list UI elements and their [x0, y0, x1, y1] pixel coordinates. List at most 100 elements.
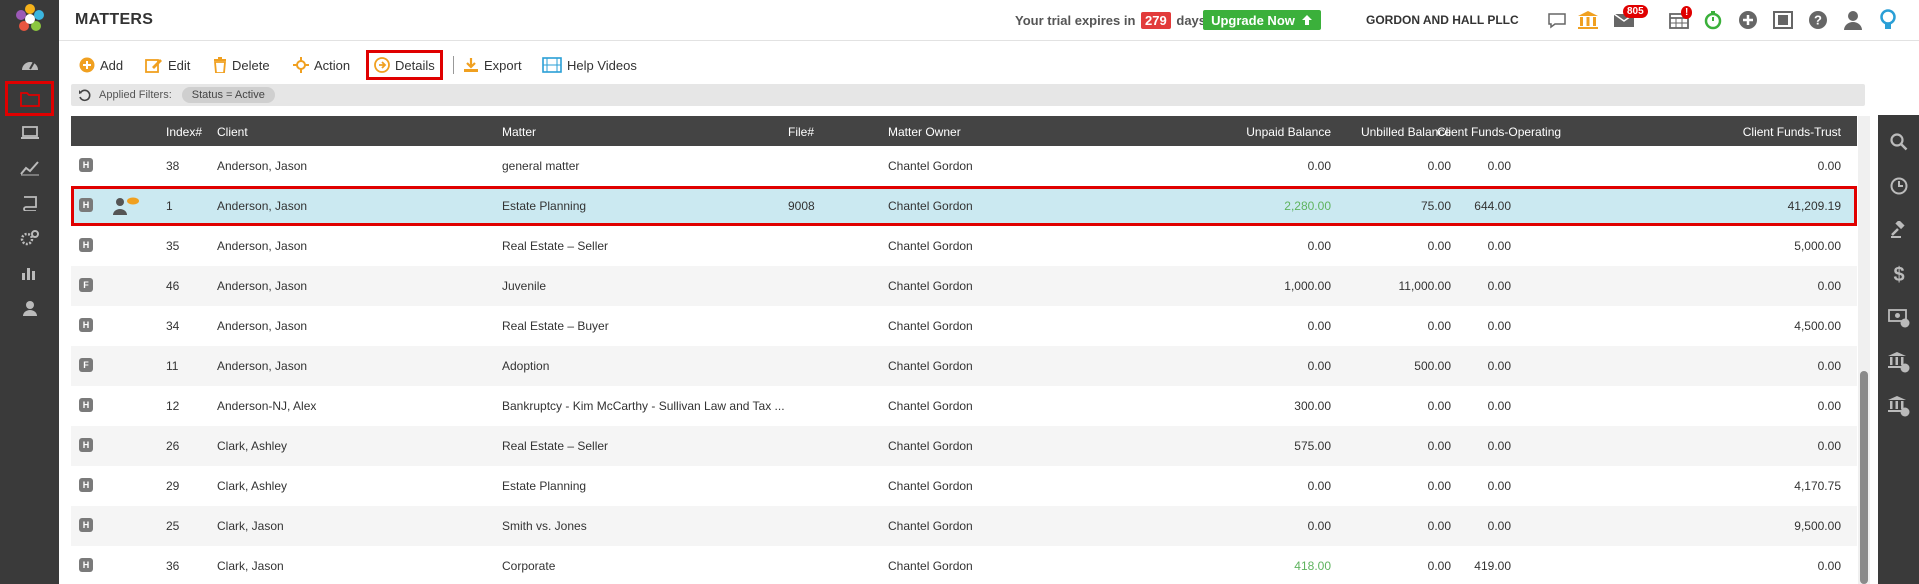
reset-filters-icon[interactable]	[78, 89, 91, 102]
cell-client-funds-operating: 0.00	[1487, 319, 1511, 333]
matter-type-tag: H	[79, 198, 93, 212]
app-logo-icon[interactable]	[14, 3, 46, 35]
videos-button[interactable]	[1770, 8, 1796, 32]
table-row[interactable]: H 29 Clark, Ashley Estate Planning Chantel G…	[71, 466, 1857, 506]
cell-matter: Estate Planning	[502, 479, 587, 493]
matter-type-tag: H	[79, 318, 93, 332]
help-button[interactable]: ?	[1805, 8, 1831, 32]
cell-client-funds-trust: 41,209.19	[1787, 199, 1841, 213]
cell-index: 29	[166, 479, 180, 493]
right-bank-trust[interactable]	[1878, 388, 1919, 424]
delete-button[interactable]: Delete	[213, 50, 270, 80]
cell-index: 26	[166, 439, 180, 453]
bank-clock-icon	[1887, 352, 1909, 373]
chat-button[interactable]	[1544, 8, 1570, 32]
edit-button[interactable]: Edit	[145, 50, 190, 80]
money-clock-icon	[1887, 309, 1909, 328]
applied-filters-bar: Applied Filters: Status = Active	[71, 84, 1865, 106]
plus-circle-icon	[1739, 11, 1757, 29]
table-row[interactable]: H 34 Anderson, Jason Real Estate – Buyer Cha…	[71, 306, 1857, 346]
cell-index: 36	[166, 559, 180, 573]
cell-matter: Real Estate – Seller	[502, 439, 609, 453]
cell-matter-owner: Chantel Gordon	[888, 199, 973, 213]
export-button[interactable]: Export	[463, 50, 522, 80]
sidebar-contacts[interactable]	[0, 291, 59, 325]
matter-type-tag: H	[79, 238, 93, 252]
details-label: Details	[395, 57, 435, 73]
scrollbar-thumb[interactable]	[1860, 371, 1868, 584]
sidebar-books[interactable]	[0, 186, 59, 220]
cell-matter: Smith vs. Jones	[502, 519, 587, 533]
table-row[interactable]: F 46 Anderson, Jason Juvenile Chantel Gordon…	[71, 266, 1857, 306]
cell-client-funds-trust: 0.00	[1817, 279, 1841, 293]
cell-matter-owner: Chantel Gordon	[888, 279, 973, 293]
mail-button[interactable]: 805	[1611, 5, 1648, 32]
gavel-icon	[1890, 221, 1905, 238]
svg-text:$: $	[1893, 264, 1904, 284]
upgrade-label: Upgrade Now	[1211, 12, 1295, 28]
bar-chart-icon	[21, 268, 35, 280]
tips-button[interactable]	[1875, 8, 1901, 32]
sidebar-matters[interactable]	[5, 81, 54, 116]
col-client-funds-trust[interactable]: Client Funds-Trust	[1661, 125, 1841, 139]
help-videos-button[interactable]: Help Videos	[542, 50, 637, 80]
matter-type-tag: H	[79, 478, 93, 492]
table-row[interactable]: H 12 Anderson-NJ, Alex Bankruptcy - Kim McC…	[71, 386, 1857, 426]
right-bank-operating[interactable]	[1878, 344, 1919, 380]
trial-days-badge: 279	[1141, 12, 1171, 29]
arrow-circle-right-icon	[374, 57, 390, 73]
calendar-button[interactable]: !	[1666, 6, 1693, 32]
table-scrollbar[interactable]	[1858, 116, 1870, 584]
bank-icon	[1578, 11, 1598, 29]
add-button[interactable]: Add	[79, 50, 123, 80]
cell-index: 34	[166, 319, 180, 333]
sidebar-settings[interactable]	[0, 221, 59, 255]
table-row[interactable]: H 35 Anderson, Jason Real Estate – Seller Ch…	[71, 226, 1857, 266]
table-row[interactable]: H 38 Anderson, Jason general matter Chantel …	[71, 146, 1857, 186]
col-index[interactable]: Index#	[166, 125, 202, 139]
action-button[interactable]: Action	[293, 50, 350, 80]
col-file[interactable]: File#	[788, 125, 814, 139]
sidebar-analytics[interactable]	[0, 256, 59, 290]
bank-button[interactable]	[1575, 8, 1601, 32]
col-unbilled-balance[interactable]: Unbilled Balance	[1301, 125, 1451, 139]
plus-circle-icon	[79, 57, 95, 73]
details-button[interactable]: Details	[366, 50, 443, 80]
cell-client-funds-trust: 0.00	[1817, 559, 1841, 573]
firm-name: GORDON AND HALL PLLC	[1366, 13, 1519, 27]
sidebar-dashboard[interactable]	[0, 47, 59, 81]
profile-button[interactable]	[1840, 8, 1866, 32]
table-row[interactable]: H 36 Clark, Jason Corporate Chantel Gordon 41…	[71, 546, 1857, 584]
sidebar-reports-trend[interactable]	[0, 151, 59, 185]
right-payments[interactable]	[1878, 300, 1919, 336]
cell-client-funds-trust: 0.00	[1817, 399, 1841, 413]
col-client[interactable]: Client	[217, 125, 248, 139]
upgrade-now-button[interactable]: Upgrade Now	[1203, 10, 1321, 30]
timer-button[interactable]	[1700, 8, 1726, 32]
table-row[interactable]: H 26 Clark, Ashley Real Estate – Seller Chan…	[71, 426, 1857, 466]
col-matter-owner[interactable]: Matter Owner	[888, 125, 961, 139]
gears-icon	[20, 230, 39, 246]
matter-type-tag: H	[79, 518, 93, 532]
table-row[interactable]: H 25 Clark, Jason Smith vs. Jones Chantel Go…	[71, 506, 1857, 546]
search-icon	[1889, 133, 1907, 151]
cell-matter-owner: Chantel Gordon	[888, 439, 973, 453]
col-client-funds-operating[interactable]: Client Funds-Operating	[1437, 125, 1561, 139]
edit-icon	[145, 59, 162, 73]
add-label: Add	[100, 57, 124, 73]
filter-chip-status[interactable]: Status = Active	[181, 87, 275, 103]
cell-index: 11	[166, 359, 179, 373]
right-billing[interactable]: $	[1878, 256, 1919, 292]
sidebar-laptop[interactable]	[0, 116, 59, 150]
right-search[interactable]	[1878, 124, 1919, 160]
contact-chat-icon[interactable]	[113, 197, 139, 215]
applied-filters-label: Applied Filters:	[99, 89, 172, 101]
table-row[interactable]: F 11 Anderson, Jason Adoption Chantel Gordon…	[71, 346, 1857, 386]
table-row-selected[interactable]: H 1 Anderson, Jason Estate Planning 9008 Chan…	[71, 186, 1857, 226]
add-new-button[interactable]	[1735, 8, 1761, 32]
right-legal[interactable]	[1878, 212, 1919, 248]
mail-count-badge: 805	[1623, 5, 1648, 18]
col-matter[interactable]: Matter	[502, 125, 536, 139]
left-sidebar	[0, 0, 59, 584]
right-history[interactable]	[1878, 168, 1919, 204]
